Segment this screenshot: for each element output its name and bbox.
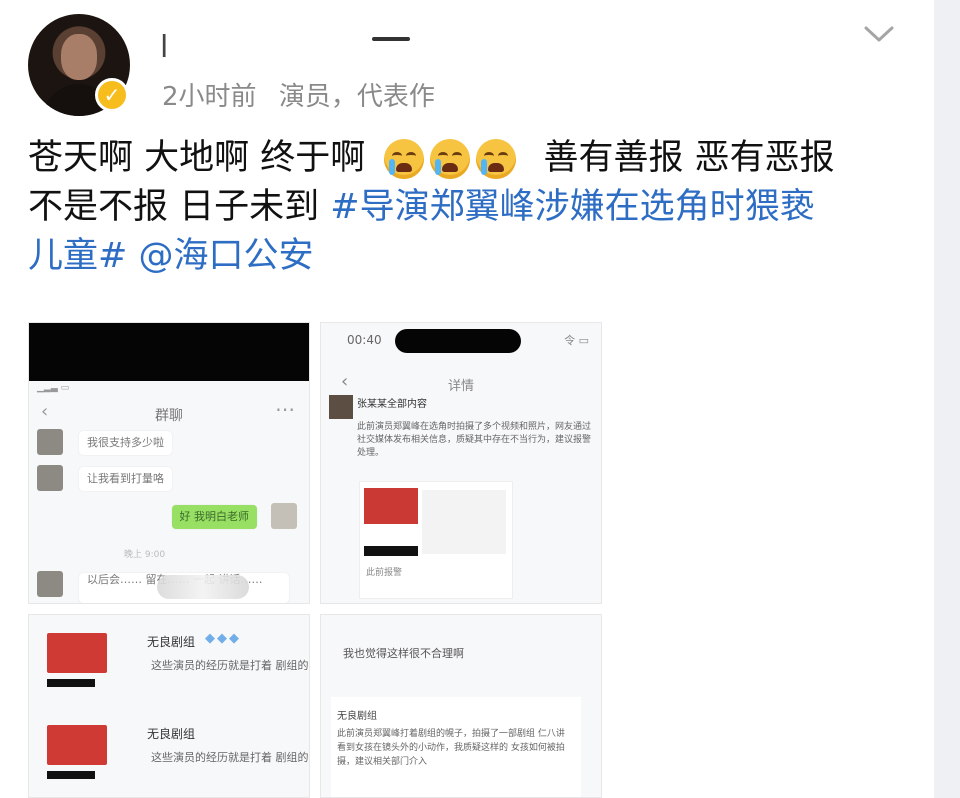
chat-screenshot-1[interactable]: ▁▂▃ ▭ ‹ 群聊 ⋯ 我很支持多少啦 让我看到打量咯 好 我明白老师 晚上 … xyxy=(28,322,310,604)
chat-message-1: 我很支持多少啦 xyxy=(37,429,297,457)
black-label xyxy=(47,771,95,779)
phone-status-icons: 令 ▭ xyxy=(564,334,589,347)
content-text-2: 善有善报 恶有恶报 xyxy=(543,138,835,178)
list-item: 无良剧组 ◆◆◆ 这些演员的经历就是打着 剧组的幌子 找事闹 xyxy=(29,615,309,699)
content-text-3: 不是不报 日子未到 xyxy=(28,187,320,227)
content-text-1: 苍天啊 大地啊 终于啊 xyxy=(28,138,366,178)
chat-avatar xyxy=(37,571,63,597)
avatar-face xyxy=(61,34,97,80)
quote-text: 我也觉得这样很不合理啊 xyxy=(343,647,464,660)
crying-face-icon xyxy=(476,139,517,179)
list-title: 无良剧组 xyxy=(147,727,196,741)
crying-face-icon xyxy=(430,139,471,179)
quote-body: 此前演员郑翼峰打着剧组的幌子，拍摄了一部剧组 仁八讲 看到女孩在镜头外的小动作，… xyxy=(337,729,565,767)
detail-screenshot[interactable]: 00:40 令 ▭ ‹ 详情 张某某全部内容 此前演员郑翼峰在选角时拍摄了多个视… xyxy=(320,322,602,604)
list-screenshot[interactable]: 无良剧组 ◆◆◆ 这些演员的经历就是打着 剧组的幌子 找事闹 无良剧组 这些演员… xyxy=(28,614,310,798)
phone-time: 00:40 xyxy=(347,333,382,347)
hashtag-link-part1[interactable]: #导演郑翼峰涉嫌在选角时猥亵 xyxy=(330,187,814,227)
list-item: 无良剧组 这些演员的经历就是打着 剧组的幌子 找事闹 xyxy=(29,707,309,791)
chat-avatar xyxy=(271,503,297,529)
chat-message-3: 好 我明白老师 xyxy=(37,503,297,531)
chat-message-2: 让我看到打量咯 xyxy=(37,465,297,493)
user-description: 演员，代表作 xyxy=(278,82,435,112)
list-text: 这些演员的经历就是打着 剧组的幌子 找事闹 xyxy=(151,659,309,672)
hashtag-link-part2[interactable]: 儿童# xyxy=(28,236,127,276)
chat-avatar xyxy=(37,465,63,491)
thumbnail-text: 此前报警 xyxy=(366,568,403,578)
verified-badge-icon: ✓ xyxy=(95,78,129,112)
post-time: 2小时前 xyxy=(162,82,257,112)
detail-thumbnail[interactable]: 此前报警 xyxy=(359,481,513,599)
chat-bubble: 让我看到打量咯 xyxy=(79,467,172,491)
red-thumbnail xyxy=(47,633,107,673)
gem-icons: ◆◆◆ xyxy=(205,631,241,646)
post-content: 苍天啊 大地啊 终于啊 善有善报 恶有恶报 不是不报 日子未到 #导演郑翼峰涉嫌… xyxy=(28,134,908,281)
red-thumbnail xyxy=(47,725,107,765)
phone-notch xyxy=(395,329,521,353)
black-redaction-bar xyxy=(29,323,309,381)
red-card xyxy=(364,488,418,524)
detail-avatar xyxy=(329,395,353,419)
phone-status-bar: ▁▂▃ ▭ xyxy=(37,383,70,393)
weibo-post-card: ✓ l 2小时前 演员，代表作 苍天啊 大地啊 终于啊 善有善报 恶有恶报 不是… xyxy=(0,0,960,798)
content-line-1: 苍天啊 大地啊 终于啊 善有善报 恶有恶报 xyxy=(28,134,908,183)
masked-username-bar xyxy=(372,37,410,41)
chat-time-chip: 晚上 9:00 xyxy=(124,550,166,560)
chat-title: 群聊 xyxy=(155,408,183,424)
chat-bubble: 好 我明白老师 xyxy=(171,505,257,529)
crying-face-icon xyxy=(384,139,425,179)
content-line-2: 不是不报 日子未到 #导演郑翼峰涉嫌在选角时猥亵 xyxy=(28,183,908,232)
content-line-3: 儿童# @海口公安 xyxy=(28,232,908,281)
chat-avatar xyxy=(37,429,63,455)
list-text: 这些演员的经历就是打着 剧组的幌子 找事闹 xyxy=(151,751,309,764)
emoji-group xyxy=(384,139,517,179)
detail-name: 张某某全部内容 xyxy=(357,399,427,410)
chat-bubble: 我很支持多少啦 xyxy=(79,431,172,455)
more-icon: ⋯ xyxy=(275,397,295,421)
detail-text: 此前演员郑翼峰在选角时拍摄了多个视频和照片，网友通过社交媒体发布相关信息，质疑其… xyxy=(357,422,592,458)
quote-author: 无良剧组 xyxy=(337,711,377,722)
black-label xyxy=(47,679,95,687)
list-title: 无良剧组 xyxy=(147,635,196,649)
post-meta: 2小时前 演员，代表作 xyxy=(162,76,449,113)
mention-link[interactable]: @海口公安 xyxy=(138,236,313,276)
right-gutter xyxy=(934,0,960,798)
username[interactable]: l xyxy=(160,30,168,65)
detail-title: 详情 xyxy=(447,379,474,394)
blur-redaction xyxy=(157,575,249,599)
chevron-down-icon[interactable] xyxy=(864,24,894,44)
quote-screenshot[interactable]: 我也觉得这样很不合理啊 无良剧组 此前演员郑翼峰打着剧组的幌子，拍摄了一部剧组 … xyxy=(320,614,602,798)
mini-chat-preview xyxy=(422,490,506,554)
black-label xyxy=(364,546,418,556)
